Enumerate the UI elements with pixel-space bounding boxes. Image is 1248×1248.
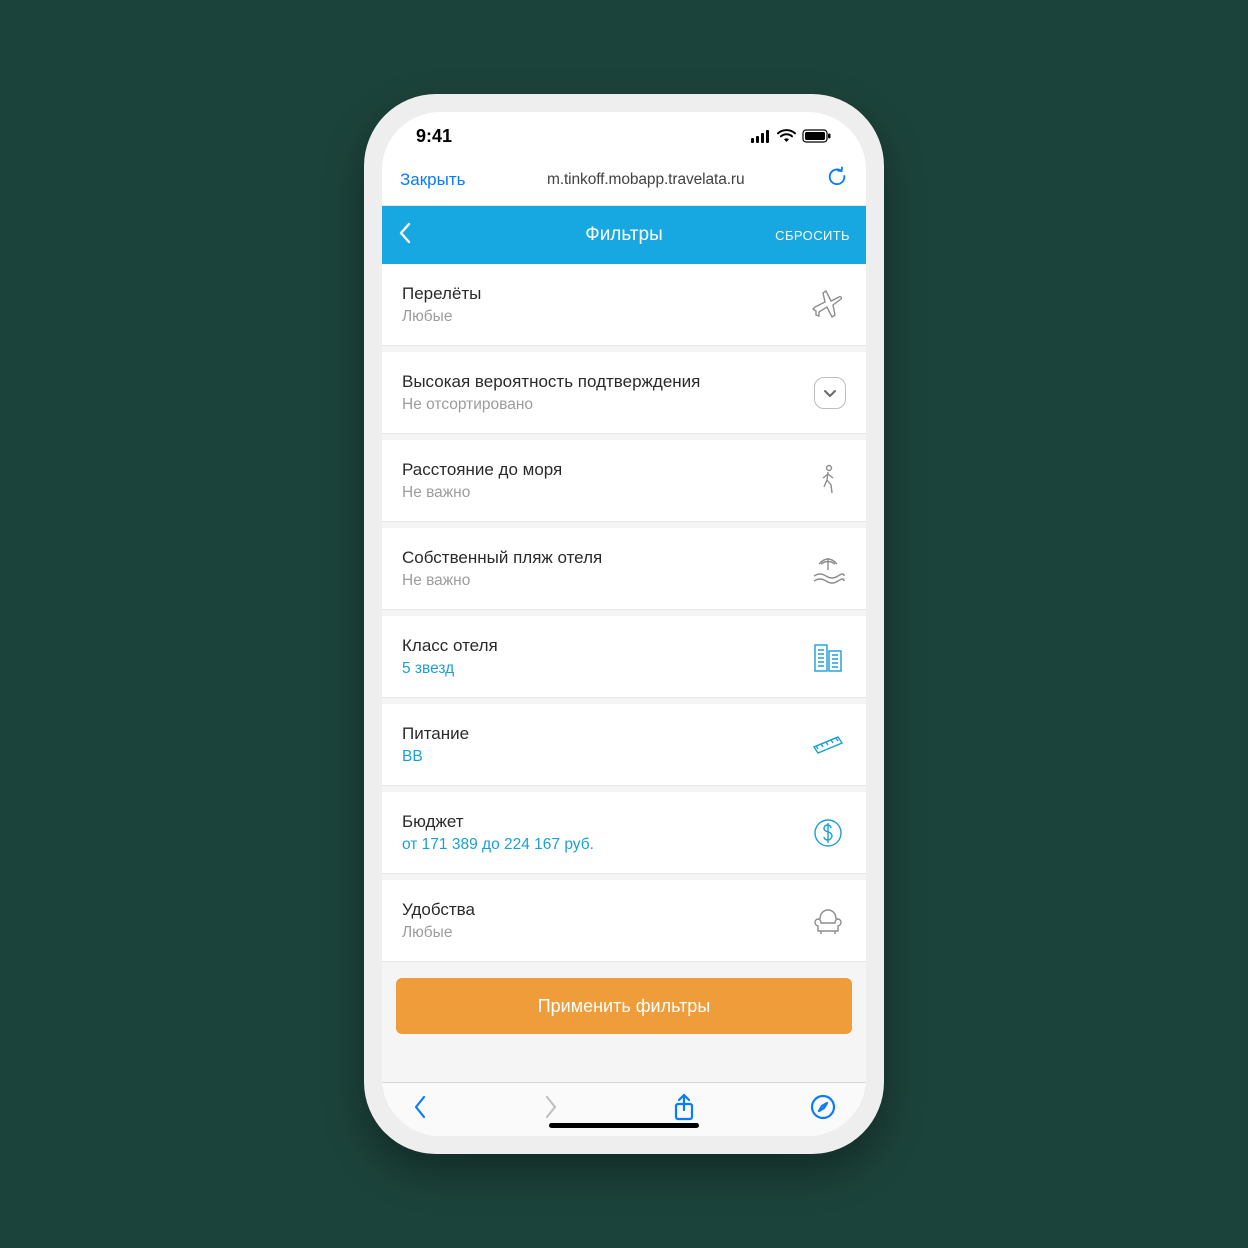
reload-button[interactable]: [826, 166, 848, 193]
filter-value: от 171 389 до 224 167 руб.: [402, 836, 798, 854]
phone-frame: 9:41 Закрыть m.tinkoff.mobapp.travelata.…: [364, 94, 884, 1154]
filter-value: Не отсортировано: [402, 396, 802, 414]
filter-list: Перелёты Любые Высокая вероятность подтв…: [382, 264, 866, 1082]
filter-value: Не важно: [402, 484, 798, 502]
chevron-left-icon: [412, 1094, 428, 1120]
status-time: 9:41: [416, 126, 452, 147]
apply-label: Применить фильтры: [538, 996, 711, 1017]
walk-icon: [810, 463, 846, 499]
cellular-icon: [751, 130, 771, 143]
filter-amenities[interactable]: Удобства Любые: [382, 880, 866, 962]
close-button[interactable]: Закрыть: [400, 170, 465, 190]
reload-icon: [826, 166, 848, 188]
nav-back-button[interactable]: [412, 1094, 428, 1125]
sandwich-icon: [810, 727, 846, 763]
app-header: Фильтры СБРОСИТЬ: [382, 206, 866, 264]
apply-filters-button[interactable]: Применить фильтры: [396, 978, 852, 1034]
share-button[interactable]: [673, 1093, 695, 1126]
filter-confirmation[interactable]: Высокая вероятность подтверждения Не отс…: [382, 352, 866, 434]
wifi-icon: [777, 129, 796, 143]
chevron-left-icon: [398, 221, 412, 245]
filter-value: 5 звезд: [402, 660, 798, 678]
filter-label: Высокая вероятность подтверждения: [402, 371, 802, 392]
filter-value: Любые: [402, 924, 798, 942]
beach-icon: [810, 551, 846, 587]
filter-value: Любые: [402, 308, 798, 326]
filter-private-beach[interactable]: Собственный пляж отеля Не важно: [382, 528, 866, 610]
filter-budget[interactable]: Бюджет от 171 389 до 224 167 руб.: [382, 792, 866, 874]
checkbox[interactable]: [814, 377, 846, 409]
status-bar: 9:41: [382, 112, 866, 160]
phone-screen: 9:41 Закрыть m.tinkoff.mobapp.travelata.…: [382, 112, 866, 1136]
share-icon: [673, 1093, 695, 1121]
filter-label: Перелёты: [402, 283, 798, 304]
chevron-down-icon: [823, 388, 837, 398]
plane-icon: [810, 287, 846, 323]
safari-button[interactable]: [810, 1094, 836, 1125]
filter-meal[interactable]: Питание BB: [382, 704, 866, 786]
armchair-icon: [810, 903, 846, 939]
reset-button[interactable]: СБРОСИТЬ: [775, 228, 850, 243]
status-indicators: [751, 129, 832, 143]
filter-hotel-class[interactable]: Класс отеля 5 звезд: [382, 616, 866, 698]
dollar-icon: [810, 815, 846, 851]
url-text[interactable]: m.tinkoff.mobapp.travelata.ru: [479, 171, 812, 189]
filter-label: Собственный пляж отеля: [402, 547, 798, 568]
browser-url-bar: Закрыть m.tinkoff.mobapp.travelata.ru: [382, 160, 866, 206]
filter-value: BB: [402, 748, 798, 766]
filter-label: Удобства: [402, 899, 798, 920]
apply-wrap: Применить фильтры: [382, 968, 866, 1044]
filter-label: Питание: [402, 723, 798, 744]
home-indicator: [549, 1123, 699, 1128]
filter-label: Класс отеля: [402, 635, 798, 656]
back-button[interactable]: [398, 221, 412, 250]
filter-sea-distance[interactable]: Расстояние до моря Не важно: [382, 440, 866, 522]
filter-label: Бюджет: [402, 811, 798, 832]
filter-label: Расстояние до моря: [402, 459, 798, 480]
buildings-icon: [810, 639, 846, 675]
battery-icon: [802, 129, 832, 143]
filter-value: Не важно: [402, 572, 798, 590]
compass-icon: [810, 1094, 836, 1120]
nav-forward-button[interactable]: [543, 1094, 559, 1125]
chevron-right-icon: [543, 1094, 559, 1120]
filter-flights[interactable]: Перелёты Любые: [382, 264, 866, 346]
